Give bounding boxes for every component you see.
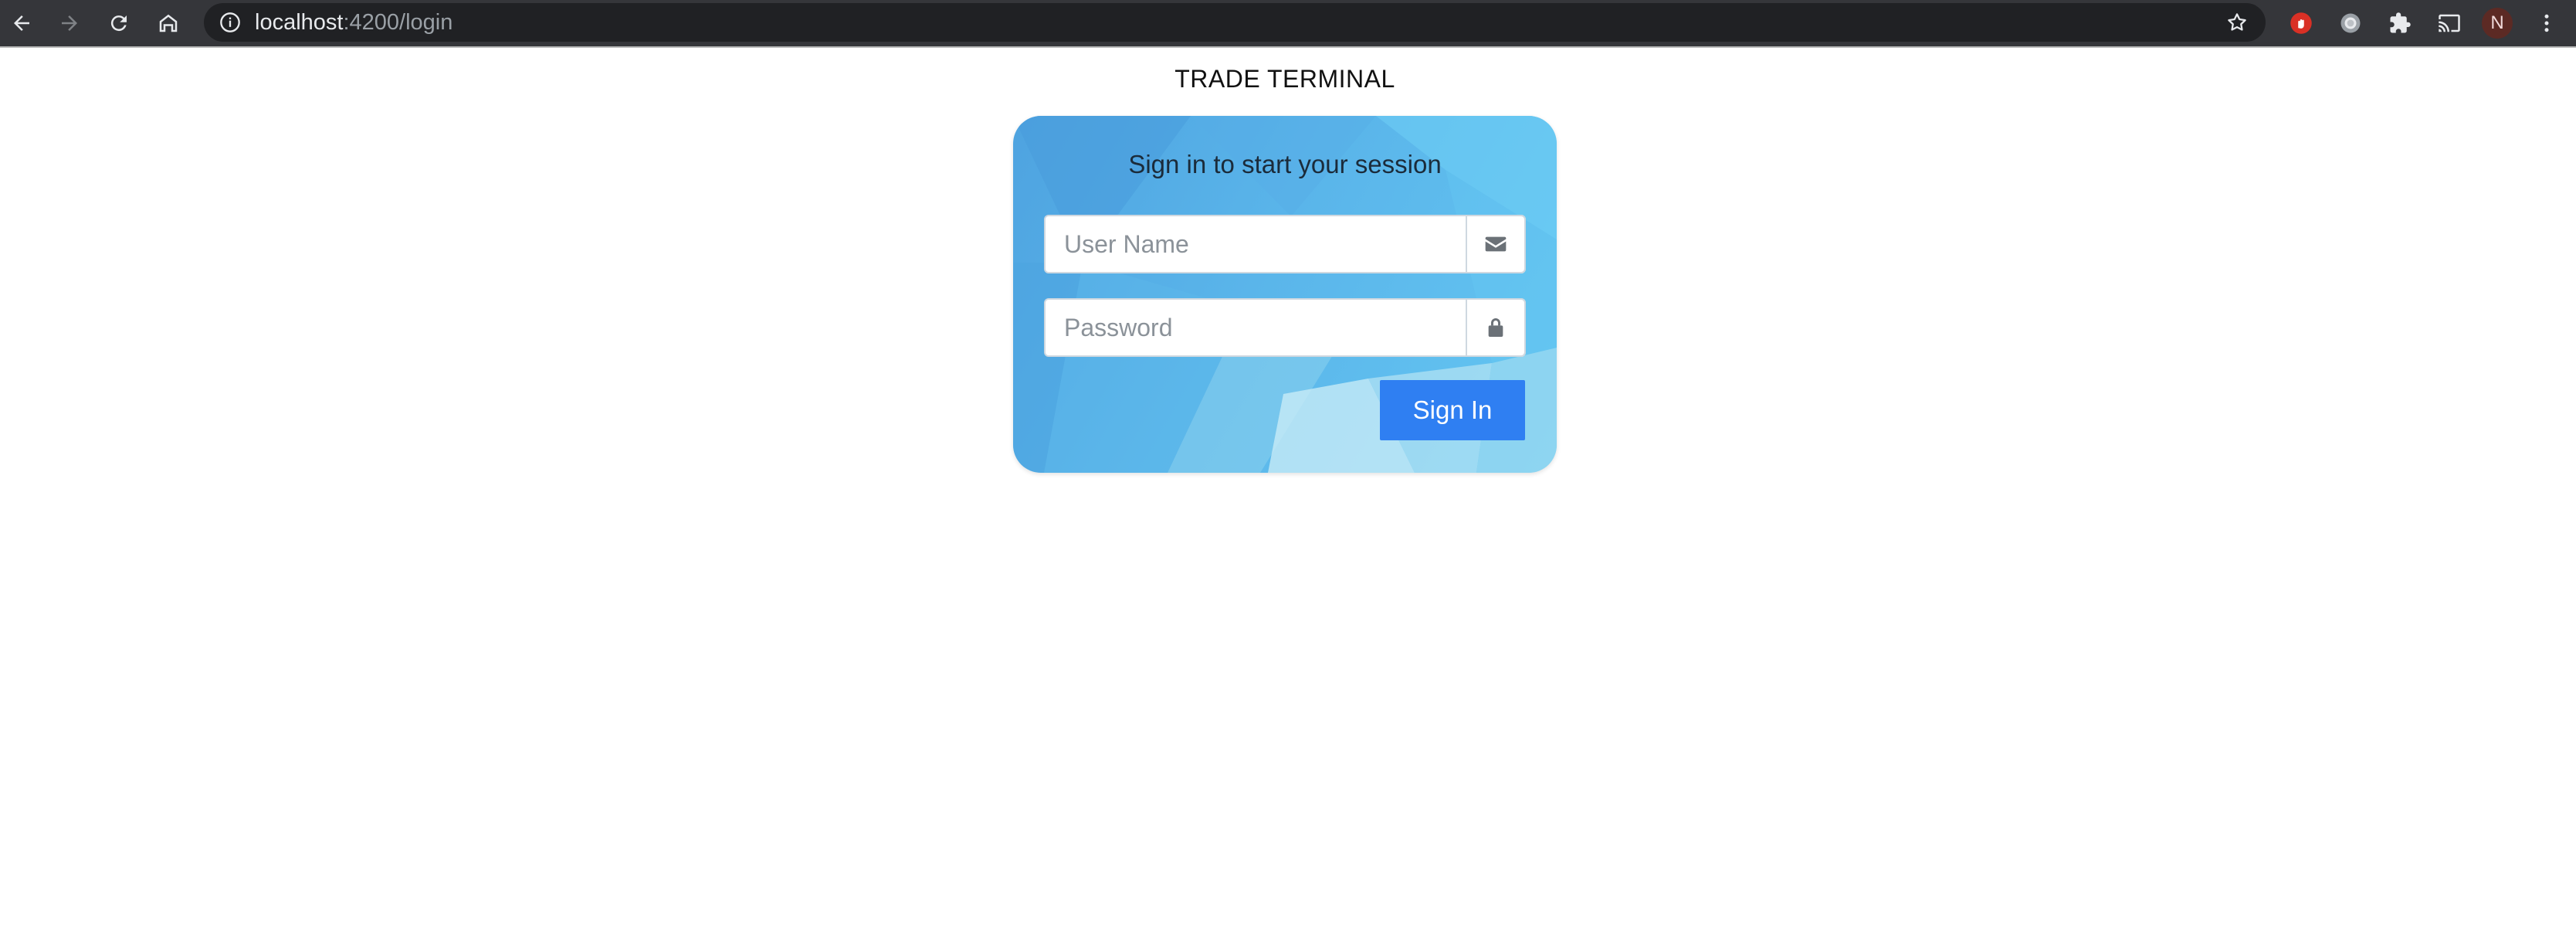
star-icon[interactable]: [2225, 11, 2249, 34]
reload-icon[interactable]: [100, 5, 137, 42]
url-text[interactable]: localhost:4200/login: [255, 3, 452, 42]
login-card: Sign in to start your session Sign In: [1013, 116, 1557, 473]
address-bar[interactable]: localhost:4200/login: [204, 3, 2266, 42]
sign-in-button[interactable]: Sign In: [1380, 380, 1525, 440]
username-input[interactable]: [1046, 216, 1463, 272]
page-title: TRADE TERMINAL: [1174, 65, 1395, 93]
login-heading: Sign in to start your session: [1128, 150, 1442, 178]
username-group: [1044, 215, 1526, 273]
username-addon: [1466, 215, 1526, 273]
url-path: :4200/login: [343, 10, 453, 35]
password-addon: [1466, 298, 1526, 357]
puzzle-extensions-icon[interactable]: [2384, 8, 2415, 39]
info-icon[interactable]: [219, 12, 241, 33]
kebab-menu-icon[interactable]: [2531, 8, 2562, 39]
password-input[interactable]: [1046, 300, 1463, 355]
home-icon[interactable]: [150, 5, 187, 42]
toolbar-divider: [0, 46, 2576, 48]
hand-extension-icon[interactable]: [2286, 8, 2317, 39]
password-group: [1044, 298, 1526, 357]
browser-toolbar: localhost:4200/login N: [0, 0, 2576, 46]
cast-icon[interactable]: [2434, 8, 2465, 39]
profile-avatar[interactable]: N: [2482, 8, 2513, 39]
circle-extension-icon[interactable]: [2335, 8, 2366, 39]
forward-arrow-icon[interactable]: [51, 5, 88, 42]
lock-icon: [1488, 318, 1503, 337]
envelope-icon: [1485, 236, 1507, 252]
back-arrow-icon[interactable]: [3, 5, 40, 42]
url-host: localhost: [255, 10, 344, 35]
